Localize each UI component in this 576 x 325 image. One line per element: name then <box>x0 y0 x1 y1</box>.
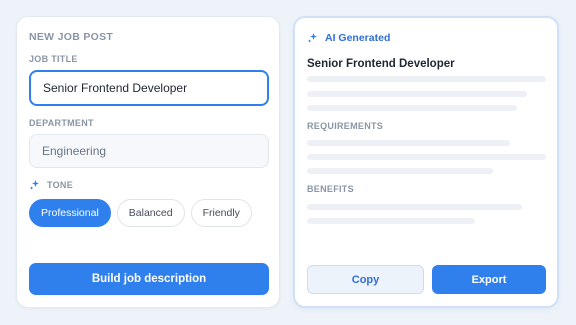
generated-job-title: Senior Frontend Developer <box>307 58 455 70</box>
skeleton-line <box>307 154 546 160</box>
ai-generated-badge: AI Generated <box>307 32 390 44</box>
tone-chip-balanced[interactable]: Balanced <box>116 199 185 227</box>
job-post-form-card: NEW JOB POST JOB TITLE Senior Frontend D… <box>16 16 280 308</box>
tone-header: TONE <box>29 179 73 191</box>
department-input[interactable]: Engineering <box>29 134 269 168</box>
tone-selector: Professional Balanced Friendly <box>29 199 252 227</box>
department-label: DEPARTMENT <box>29 118 94 128</box>
sparkle-icon <box>307 33 317 43</box>
build-description-button[interactable]: Build job description <box>29 263 269 295</box>
export-button[interactable]: Export <box>432 265 546 294</box>
skeleton-line <box>307 168 493 174</box>
generated-output-card: AI Generated Senior Frontend Developer R… <box>293 16 559 308</box>
sparkle-icon <box>29 180 39 190</box>
job-title-label: JOB TITLE <box>29 54 78 64</box>
skeleton-line <box>307 218 475 224</box>
ai-generated-label: AI Generated <box>325 32 391 44</box>
skeleton-line <box>307 140 510 146</box>
job-title-input[interactable]: Senior Frontend Developer <box>29 70 269 106</box>
tone-chip-professional[interactable]: Professional <box>29 199 111 227</box>
benefits-heading: BENEFITS <box>307 184 354 194</box>
skeleton-line <box>307 76 546 82</box>
tone-label: TONE <box>47 180 74 190</box>
form-section-title: NEW JOB POST <box>29 31 114 43</box>
skeleton-line <box>307 91 527 97</box>
requirements-heading: REQUIREMENTS <box>307 121 384 131</box>
skeleton-line <box>307 204 522 210</box>
tone-chip-friendly[interactable]: Friendly <box>190 199 252 227</box>
skeleton-line <box>307 105 517 111</box>
copy-button[interactable]: Copy <box>307 265 424 294</box>
